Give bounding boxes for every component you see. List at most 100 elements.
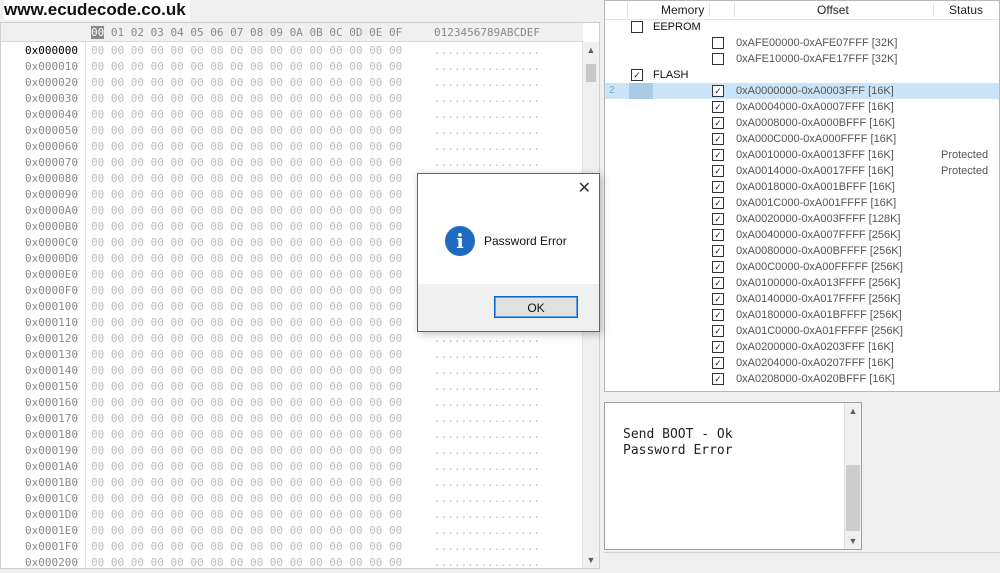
- scroll-up-icon[interactable]: ▲: [847, 406, 859, 416]
- close-icon[interactable]: ✕: [578, 178, 591, 197]
- memory-range-row[interactable]: ✓ 0xA001C000-0xA001FFFF [16K]: [605, 195, 999, 211]
- log-panel[interactable]: Send BOOT - Ok Password Error ▲ ▼: [604, 402, 862, 550]
- hex-ascii[interactable]: ................: [434, 411, 540, 427]
- hex-ascii[interactable]: ................: [434, 91, 540, 107]
- memory-range-row[interactable]: ✓ 0xA0200000-0xA0203FFF [16K]: [605, 339, 999, 355]
- scroll-up-icon[interactable]: ▲: [585, 45, 597, 55]
- hex-ascii[interactable]: ................: [434, 475, 540, 491]
- row-checkbox[interactable]: ✓: [712, 213, 724, 225]
- row-checkbox[interactable]: ✓: [712, 181, 724, 193]
- row-checkbox[interactable]: ✓: [712, 117, 724, 129]
- hex-bytes[interactable]: 00 00 00 00 00 00 00 00 00 00 00 00 00 0…: [91, 299, 402, 315]
- ok-button[interactable]: OK: [494, 296, 578, 318]
- hex-ascii[interactable]: ................: [434, 379, 540, 395]
- hex-bytes[interactable]: 00 00 00 00 00 00 00 00 00 00 00 00 00 0…: [91, 235, 402, 251]
- hex-bytes[interactable]: 00 00 00 00 00 00 00 00 00 00 00 00 00 0…: [91, 155, 402, 171]
- hex-bytes[interactable]: 00 00 00 00 00 00 00 00 00 00 00 00 00 0…: [91, 187, 402, 203]
- row-checkbox[interactable]: [712, 37, 724, 49]
- header-status[interactable]: Status: [949, 3, 983, 17]
- hex-bytes[interactable]: 00 00 00 00 00 00 00 00 00 00 00 00 00 0…: [91, 203, 402, 219]
- hex-bytes[interactable]: 00 00 00 00 00 00 00 00 00 00 00 00 00 0…: [91, 443, 402, 459]
- hex-bytes[interactable]: 00 00 00 00 00 00 00 00 00 00 00 00 00 0…: [91, 123, 402, 139]
- hex-bytes[interactable]: 00 00 00 00 00 00 00 00 00 00 00 00 00 0…: [91, 539, 402, 555]
- memory-range-row[interactable]: ✓ 0xA0014000-0xA0017FFF [16K] Protected: [605, 163, 999, 179]
- row-checkbox[interactable]: ✓: [712, 133, 724, 145]
- row-checkbox[interactable]: ✓: [712, 373, 724, 385]
- hex-bytes[interactable]: 00 00 00 00 00 00 00 00 00 00 00 00 00 0…: [91, 75, 402, 91]
- hex-bytes[interactable]: 00 00 00 00 00 00 00 00 00 00 00 00 00 0…: [91, 251, 402, 267]
- hex-bytes[interactable]: 00 00 00 00 00 00 00 00 00 00 00 00 00 0…: [91, 491, 402, 507]
- hex-ascii[interactable]: ................: [434, 539, 540, 555]
- hex-ascii[interactable]: ................: [434, 155, 540, 171]
- log-scroll-thumb[interactable]: [846, 465, 860, 531]
- hex-ascii[interactable]: ................: [434, 331, 540, 347]
- hex-ascii[interactable]: ................: [434, 363, 540, 379]
- memory-range-row[interactable]: ✓ 0xA0020000-0xA003FFFF [128K]: [605, 211, 999, 227]
- memory-range-row[interactable]: ✓ 0xA0040000-0xA007FFFF [256K]: [605, 227, 999, 243]
- hex-bytes[interactable]: 00 00 00 00 00 00 00 00 00 00 00 00 00 0…: [91, 379, 402, 395]
- memory-range-row[interactable]: ✓ 0xA000C000-0xA000FFFF [16K]: [605, 131, 999, 147]
- hex-bytes[interactable]: 00 00 00 00 00 00 00 00 00 00 00 00 00 0…: [91, 267, 402, 283]
- row-checkbox[interactable]: ✓: [712, 261, 724, 273]
- row-checkbox[interactable]: ✓: [712, 85, 724, 97]
- hex-bytes[interactable]: 00 00 00 00 00 00 00 00 00 00 00 00 00 0…: [91, 363, 402, 379]
- row-checkbox[interactable]: ✓: [712, 357, 724, 369]
- hex-bytes[interactable]: 00 00 00 00 00 00 00 00 00 00 00 00 00 0…: [91, 171, 402, 187]
- hex-ascii[interactable]: ................: [434, 427, 540, 443]
- hex-bytes[interactable]: 00 00 00 00 00 00 00 00 00 00 00 00 00 0…: [91, 427, 402, 443]
- row-checkbox[interactable]: ✓: [712, 229, 724, 241]
- header-offset[interactable]: Offset: [817, 3, 849, 17]
- memory-group-row[interactable]: EEPROM: [605, 19, 999, 35]
- memory-range-row[interactable]: ✓ 0xA0008000-0xA000BFFF [16K]: [605, 115, 999, 131]
- hex-bytes[interactable]: 00 00 00 00 00 00 00 00 00 00 00 00 00 0…: [91, 459, 402, 475]
- hex-ascii[interactable]: ................: [434, 395, 540, 411]
- hex-bytes[interactable]: 00 00 00 00 00 00 00 00 00 00 00 00 00 0…: [91, 331, 402, 347]
- row-checkbox[interactable]: ✓: [712, 101, 724, 113]
- hex-bytes[interactable]: 00 00 00 00 00 00 00 00 00 00 00 00 00 0…: [91, 523, 402, 539]
- memory-range-row[interactable]: ✓ 0xA0018000-0xA001BFFF [16K]: [605, 179, 999, 195]
- hex-bytes[interactable]: 00 00 00 00 00 00 00 00 00 00 00 00 00 0…: [91, 315, 402, 331]
- row-checkbox[interactable]: ✓: [712, 341, 724, 353]
- hex-ascii[interactable]: ................: [434, 43, 540, 59]
- hex-ascii[interactable]: ................: [434, 491, 540, 507]
- memory-range-row[interactable]: ✓ 0xA01C0000-0xA01FFFFF [256K]: [605, 323, 999, 339]
- memory-range-row[interactable]: ✓ 0xA0080000-0xA00BFFFF [256K]: [605, 243, 999, 259]
- hex-scroll-thumb[interactable]: [586, 64, 596, 82]
- memory-group-row[interactable]: ✓ FLASH: [605, 67, 999, 83]
- hex-bytes[interactable]: 00 00 00 00 00 00 00 00 00 00 00 00 00 0…: [91, 43, 402, 59]
- header-memory[interactable]: Memory: [661, 3, 704, 17]
- row-checkbox[interactable]: [631, 21, 643, 33]
- hex-bytes[interactable]: 00 00 00 00 00 00 00 00 00 00 00 00 00 0…: [91, 139, 402, 155]
- row-checkbox[interactable]: ✓: [712, 309, 724, 321]
- row-checkbox[interactable]: ✓: [712, 325, 724, 337]
- memory-range-row[interactable]: ✓ 0xA00C0000-0xA00FFFFF [256K]: [605, 259, 999, 275]
- hex-bytes[interactable]: 00 00 00 00 00 00 00 00 00 00 00 00 00 0…: [91, 59, 402, 75]
- row-checkbox[interactable]: ✓: [712, 277, 724, 289]
- memory-range-row[interactable]: ✓ 0xA0204000-0xA0207FFF [16K]: [605, 355, 999, 371]
- hex-ascii[interactable]: ................: [434, 443, 540, 459]
- hex-ascii[interactable]: ................: [434, 523, 540, 539]
- row-checkbox[interactable]: ✓: [712, 197, 724, 209]
- hex-ascii[interactable]: ................: [434, 59, 540, 75]
- row-checkbox[interactable]: [712, 53, 724, 65]
- memory-table[interactable]: Memory Offset Status EEPROM 0xAFE00000-0x…: [604, 0, 1000, 392]
- hex-ascii[interactable]: ................: [434, 347, 540, 363]
- scroll-down-icon[interactable]: ▼: [847, 536, 859, 546]
- memory-range-row[interactable]: ✓ 0xA0208000-0xA020BFFF [16K]: [605, 371, 999, 387]
- memory-range-row[interactable]: 0xAFE00000-0xAFE07FFF [32K]: [605, 35, 999, 51]
- hex-bytes[interactable]: 00 00 00 00 00 00 00 00 00 00 00 00 00 0…: [91, 475, 402, 491]
- hex-ascii[interactable]: ................: [434, 459, 540, 475]
- hex-ascii[interactable]: ................: [434, 107, 540, 123]
- hex-ascii[interactable]: ................: [434, 75, 540, 91]
- hex-bytes[interactable]: 00 00 00 00 00 00 00 00 00 00 00 00 00 0…: [91, 219, 402, 235]
- hex-bytes[interactable]: 00 00 00 00 00 00 00 00 00 00 00 00 00 0…: [91, 283, 402, 299]
- row-checkbox[interactable]: ✓: [712, 245, 724, 257]
- hex-ascii[interactable]: ................: [434, 555, 540, 568]
- hex-bytes[interactable]: 00 00 00 00 00 00 00 00 00 00 00 00 00 0…: [91, 507, 402, 523]
- memory-range-row[interactable]: 2 ✓ 0xA0000000-0xA0003FFF [16K]: [605, 83, 999, 99]
- hex-bytes[interactable]: 00 00 00 00 00 00 00 00 00 00 00 00 00 0…: [91, 91, 402, 107]
- hex-bytes[interactable]: 00 00 00 00 00 00 00 00 00 00 00 00 00 0…: [91, 395, 402, 411]
- hex-ascii[interactable]: ................: [434, 139, 540, 155]
- memory-range-row[interactable]: ✓ 0xA0140000-0xA017FFFF [256K]: [605, 291, 999, 307]
- row-checkbox[interactable]: ✓: [712, 293, 724, 305]
